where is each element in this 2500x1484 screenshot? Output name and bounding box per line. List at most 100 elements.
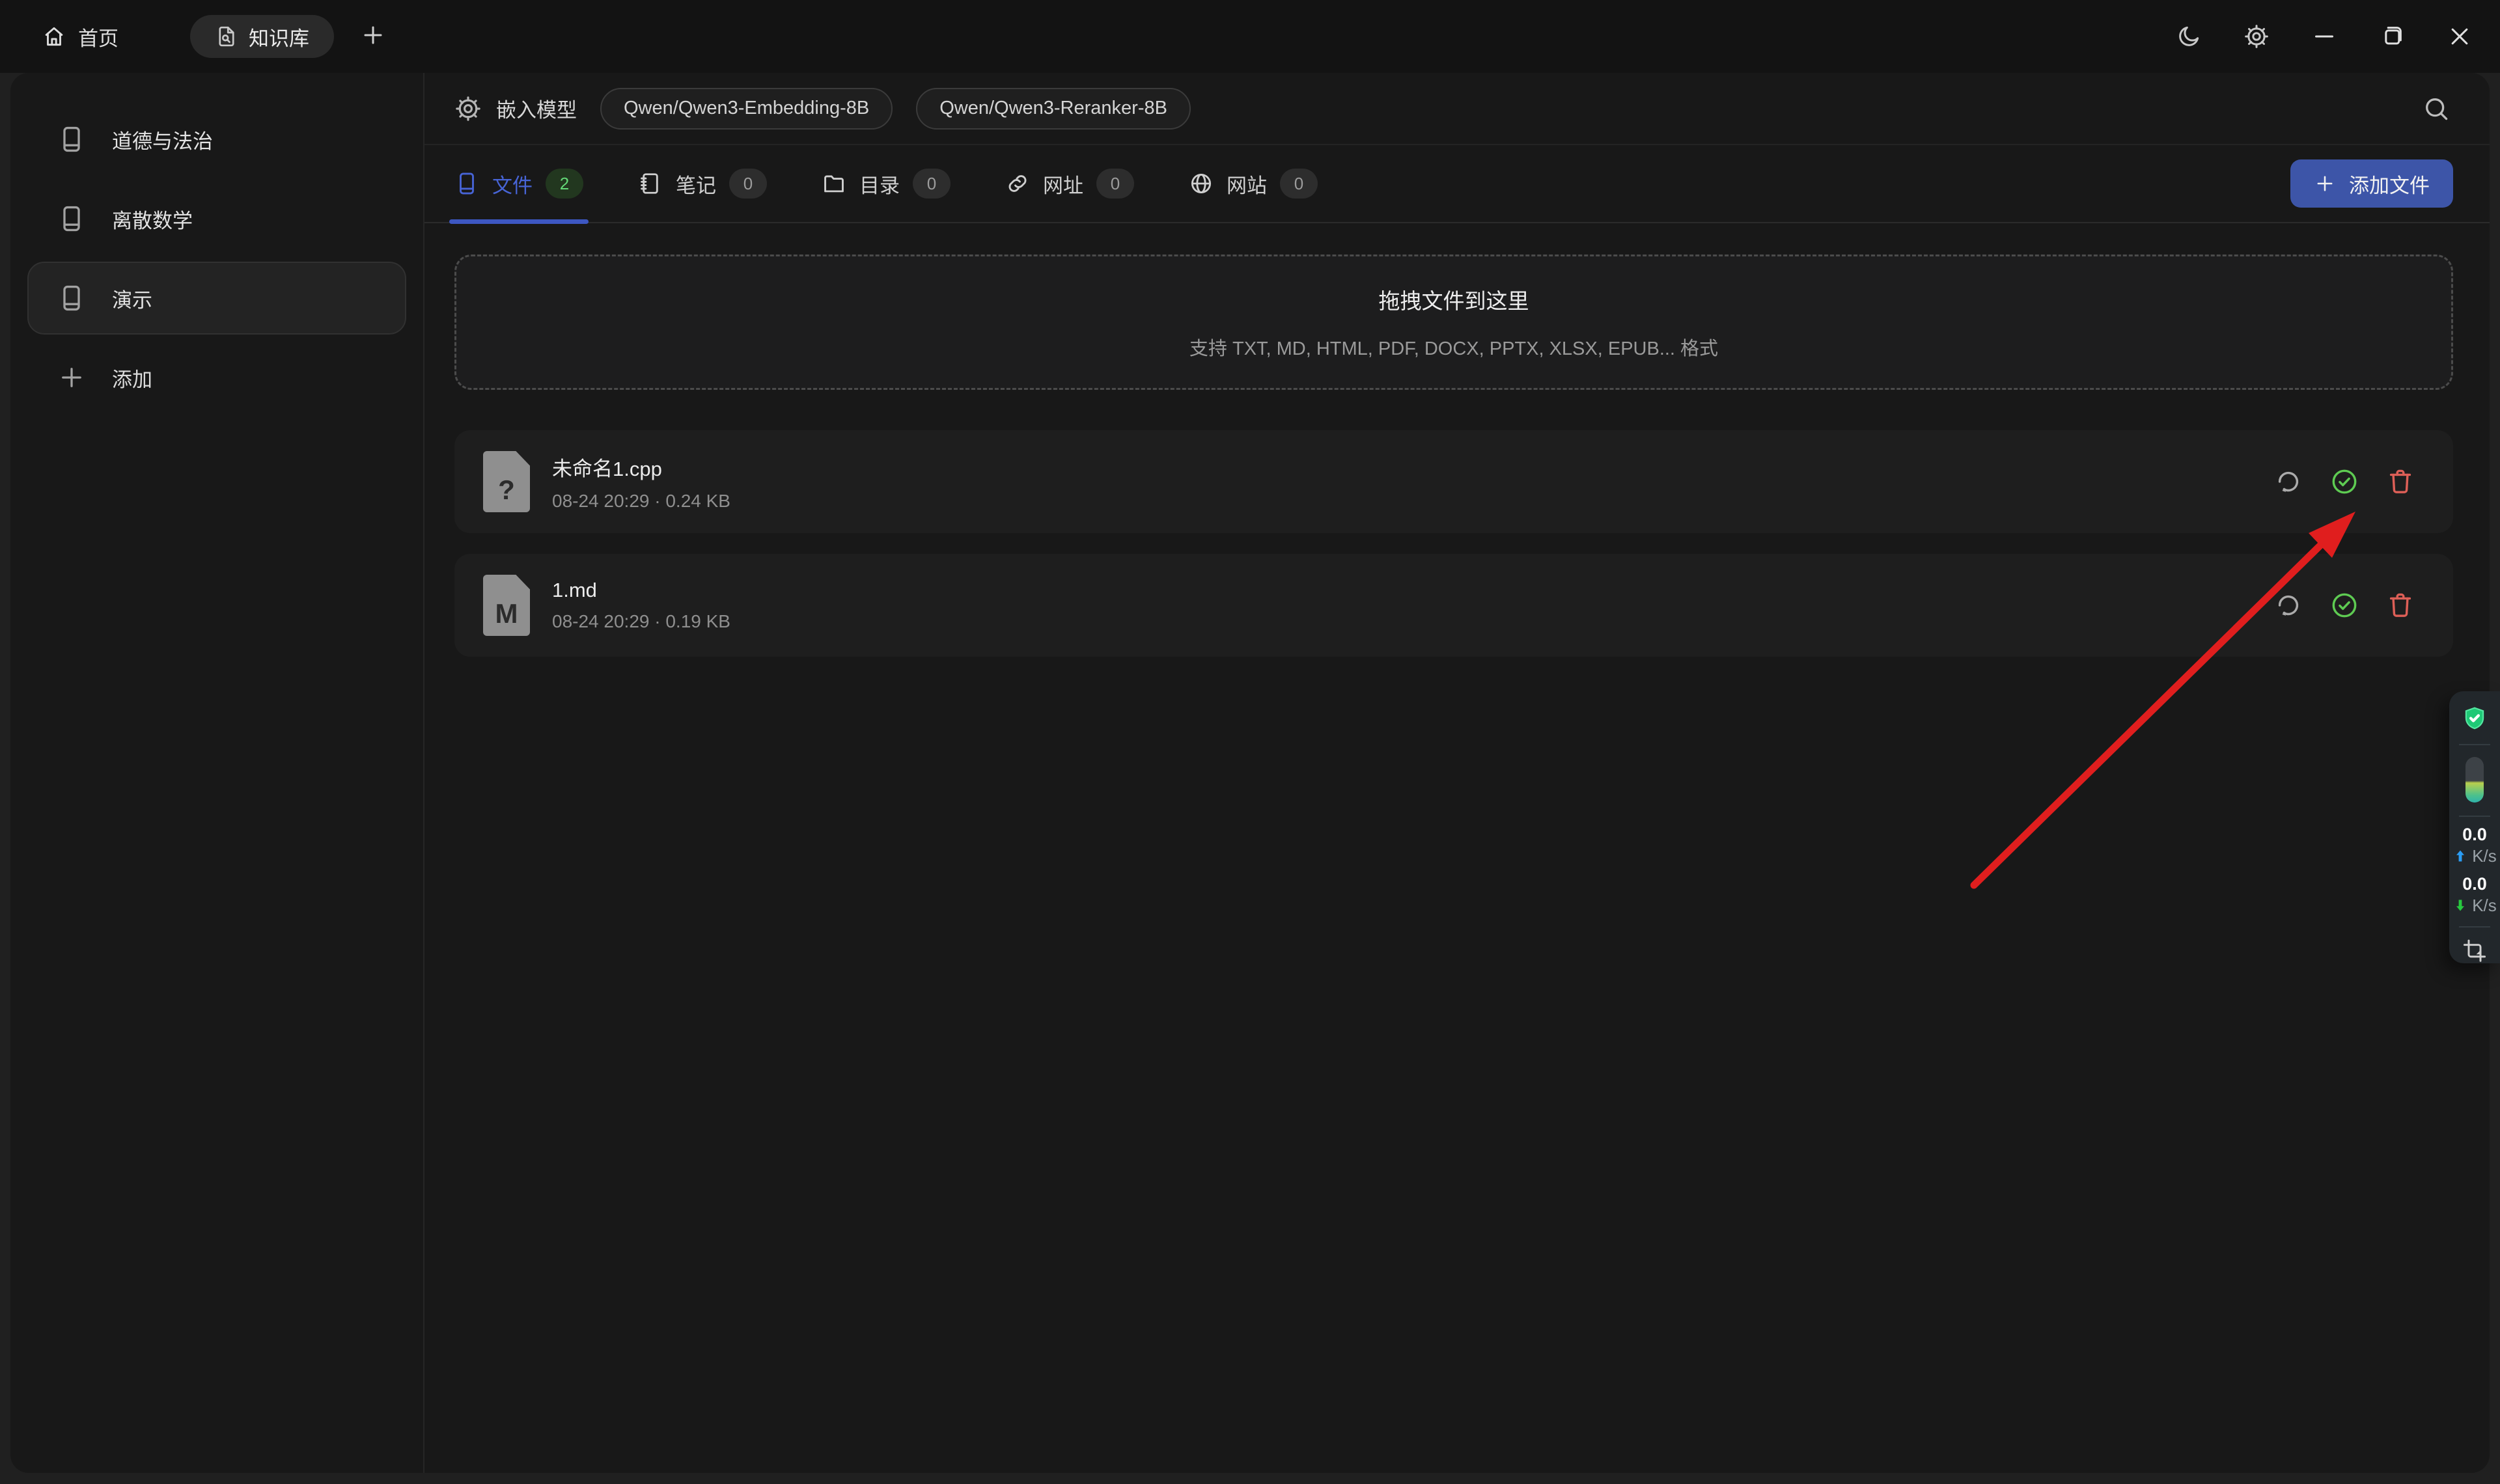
settings-button[interactable] — [2242, 22, 2271, 51]
home-nav-button[interactable]: 首页 — [42, 22, 118, 51]
file-type-icon-markdown: M — [483, 575, 530, 636]
file-actions — [2273, 467, 2415, 497]
close-button[interactable] — [2445, 22, 2474, 51]
plus-icon — [360, 22, 386, 48]
refresh-icon — [2273, 467, 2303, 497]
tab-label: 目录 — [859, 169, 900, 199]
sidebar-item-kb-0[interactable]: 道德与法治 — [27, 103, 406, 176]
file-row-cpp[interactable]: ? 未命名1.cpp 08-24 20:29 · 0.24 KB — [454, 430, 2453, 533]
add-file-button[interactable]: 添加文件 — [2290, 159, 2453, 208]
plus-icon — [2314, 172, 2336, 195]
tab-directory[interactable]: 目录 0 — [822, 145, 951, 222]
trash-icon — [2385, 467, 2415, 497]
content-area: 嵌入模型 Qwen/Qwen3-Embedding-8B Qwen/Qwen3-… — [424, 73, 2490, 1473]
upload-speed-row: K/s — [2452, 846, 2497, 866]
knowledge-base-tab[interactable]: 知识库 — [190, 15, 334, 58]
restore-icon — [2379, 23, 2405, 49]
sidebar-item-label: 演示 — [112, 284, 152, 313]
search-icon[interactable] — [2422, 94, 2451, 123]
file-info: 未命名1.cpp 08-24 20:29 · 0.24 KB — [552, 452, 730, 512]
tab-count-badge: 2 — [546, 169, 583, 199]
window-body: 道德与法治 离散数学 演示 添加 嵌入模型 — [0, 73, 2500, 1484]
file-type-icon-unknown: ? — [483, 451, 530, 512]
gear-icon — [2243, 23, 2270, 49]
sidebar-item-kb-2-active[interactable]: 演示 — [27, 262, 406, 335]
resource-tabbar: 文件 2 笔记 0 目录 0 — [424, 145, 2490, 223]
main-panel: 道德与法治 离散数学 演示 添加 嵌入模型 — [10, 73, 2490, 1473]
titlebar: 首页 知识库 — [0, 0, 2500, 73]
trash-icon — [2385, 590, 2415, 620]
titlebar-controls — [2135, 22, 2474, 51]
theme-toggle-button[interactable] — [2174, 22, 2203, 51]
new-tab-button[interactable] — [360, 22, 386, 51]
reranker-model-tag[interactable]: Qwen/Qwen3-Reranker-8B — [916, 88, 1191, 130]
content-header: 嵌入模型 Qwen/Qwen3-Embedding-8B Qwen/Qwen3-… — [424, 73, 2490, 145]
file-dropzone[interactable]: 拖拽文件到这里 支持 TXT, MD, HTML, PDF, DOCX, PPT… — [454, 254, 2453, 390]
embedding-model-tag[interactable]: Qwen/Qwen3-Embedding-8B — [600, 88, 893, 130]
book-icon — [57, 284, 86, 312]
close-icon — [2447, 23, 2473, 49]
globe-icon — [1189, 171, 1214, 196]
dropzone-formats-hint: 支持 TXT, MD, HTML, PDF, DOCX, PPTX, XLSX,… — [1189, 333, 1718, 361]
tab-label: 文件 — [492, 169, 533, 199]
notebook-icon — [638, 171, 663, 196]
reprocess-file-button[interactable] — [2273, 590, 2303, 620]
file-list-area: 拖拽文件到这里 支持 TXT, MD, HTML, PDF, DOCX, PPT… — [424, 223, 2490, 1473]
book-icon — [454, 171, 479, 196]
screenshot-crop-icon[interactable] — [2460, 938, 2489, 963]
upload-arrow-icon — [2452, 848, 2468, 864]
delete-file-button[interactable] — [2385, 467, 2415, 497]
upload-speed-value: 0.0 — [2462, 825, 2487, 845]
reprocess-file-button[interactable] — [2273, 467, 2303, 497]
sidebar-item-label: 离散数学 — [112, 204, 193, 234]
tab-urls[interactable]: 网址 0 — [1005, 145, 1134, 222]
book-icon — [57, 125, 86, 154]
tab-files[interactable]: 文件 2 — [454, 145, 583, 222]
tab-notes[interactable]: 笔记 0 — [638, 145, 767, 222]
embedding-success-status-icon — [2329, 590, 2359, 620]
delete-file-button[interactable] — [2385, 590, 2415, 620]
download-speed-row: K/s — [2452, 896, 2497, 916]
tab-count-badge: 0 — [913, 169, 951, 199]
check-circle-icon — [2329, 590, 2359, 620]
knowledge-base-tab-label: 知识库 — [249, 22, 309, 51]
file-icon-letter: M — [483, 598, 530, 629]
restore-window-button[interactable] — [2378, 22, 2406, 51]
file-actions — [2273, 590, 2415, 620]
moon-icon — [2176, 23, 2202, 49]
download-speed-value: 0.0 — [2462, 874, 2487, 894]
file-info: 1.md 08-24 20:29 · 0.19 KB — [552, 579, 730, 632]
file-search-icon — [215, 25, 238, 48]
sidebar-add-label: 添加 — [112, 363, 152, 392]
embedding-model-label: 嵌入模型 — [496, 94, 577, 123]
home-label: 首页 — [78, 22, 118, 51]
usage-capsule-gauge — [2465, 757, 2484, 803]
tab-count-badge: 0 — [729, 169, 767, 199]
embedding-settings-gear-icon[interactable] — [454, 95, 482, 122]
divider — [2459, 926, 2490, 928]
divider — [2459, 744, 2490, 745]
knowledge-base-sidebar: 道德与法治 离散数学 演示 添加 — [10, 73, 424, 1473]
file-meta: 08-24 20:29 · 0.24 KB — [552, 491, 730, 512]
sidebar-add-kb-button[interactable]: 添加 — [27, 341, 406, 414]
file-meta: 08-24 20:29 · 0.19 KB — [552, 611, 730, 632]
system-monitor-widget[interactable]: 0.0 K/s 0.0 K/s — [2449, 691, 2500, 963]
link-icon — [1005, 171, 1030, 196]
sidebar-item-kb-1[interactable]: 离散数学 — [27, 182, 406, 255]
divider — [2459, 816, 2490, 817]
download-arrow-icon — [2452, 898, 2468, 913]
book-icon — [57, 204, 86, 233]
tab-label: 笔记 — [676, 169, 716, 199]
folder-icon — [822, 171, 846, 196]
dropzone-title: 拖拽文件到这里 — [1379, 284, 1529, 315]
security-shield-check-icon — [2462, 706, 2488, 731]
home-icon — [42, 24, 66, 49]
minimize-button[interactable] — [2310, 22, 2339, 51]
tab-count-badge: 0 — [1096, 169, 1134, 199]
file-row-md[interactable]: M 1.md 08-24 20:29 · 0.19 KB — [454, 554, 2453, 657]
file-name: 1.md — [552, 579, 730, 602]
tab-sites[interactable]: 网站 0 — [1189, 145, 1318, 222]
plus-icon — [57, 363, 86, 392]
minimize-icon — [2311, 23, 2337, 49]
file-name: 未命名1.cpp — [552, 452, 730, 482]
